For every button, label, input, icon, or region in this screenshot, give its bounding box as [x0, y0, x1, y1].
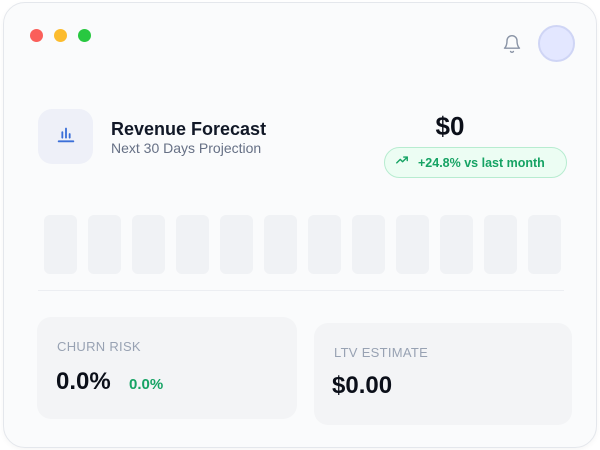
bar-placeholder	[132, 215, 165, 274]
bar-chart-icon	[55, 123, 77, 150]
ltv-estimate-card: LTV ESTIMATE $0.00	[314, 323, 572, 425]
maximize-window-button[interactable]	[78, 29, 91, 42]
churn-risk-value: 0.0%	[56, 368, 111, 395]
bar-placeholder	[352, 215, 385, 274]
app-window: Revenue Forecast Next 30 Days Projection…	[3, 2, 597, 448]
forecast-amount: $0	[435, 111, 465, 141]
bar-placeholder	[88, 215, 121, 274]
avatar[interactable]	[538, 25, 575, 62]
bar-placeholder	[308, 215, 341, 274]
window-controls	[30, 29, 91, 42]
bar-placeholder	[396, 215, 429, 274]
bar-placeholder	[220, 215, 253, 274]
forecast-subtitle: Next 30 Days Projection	[111, 140, 262, 156]
bar-placeholder	[440, 215, 473, 274]
bar-placeholder	[484, 215, 517, 274]
divider	[38, 290, 564, 291]
trending-up-icon	[395, 153, 409, 172]
forecast-title: Revenue Forecast	[111, 119, 267, 139]
churn-risk-card: CHURN RISK 0.0% 0.0%	[37, 317, 297, 419]
bar-placeholder	[264, 215, 297, 274]
close-window-button[interactable]	[30, 29, 43, 42]
churn-risk-delta: 0.0%	[129, 376, 164, 393]
ltv-estimate-label: LTV ESTIMATE	[334, 345, 429, 360]
ltv-estimate-value: $0.00	[332, 372, 393, 399]
trend-badge: +24.8% vs last month	[384, 147, 567, 178]
churn-risk-label: CHURN RISK	[57, 339, 141, 354]
bar-placeholder	[528, 215, 561, 274]
forecast-app-icon	[38, 109, 93, 164]
bar-placeholder	[176, 215, 209, 274]
trend-text: +24.8% vs last month	[418, 155, 545, 170]
bar-placeholder	[44, 215, 77, 274]
minimize-window-button[interactable]	[54, 29, 67, 42]
bell-icon[interactable]	[502, 34, 522, 54]
